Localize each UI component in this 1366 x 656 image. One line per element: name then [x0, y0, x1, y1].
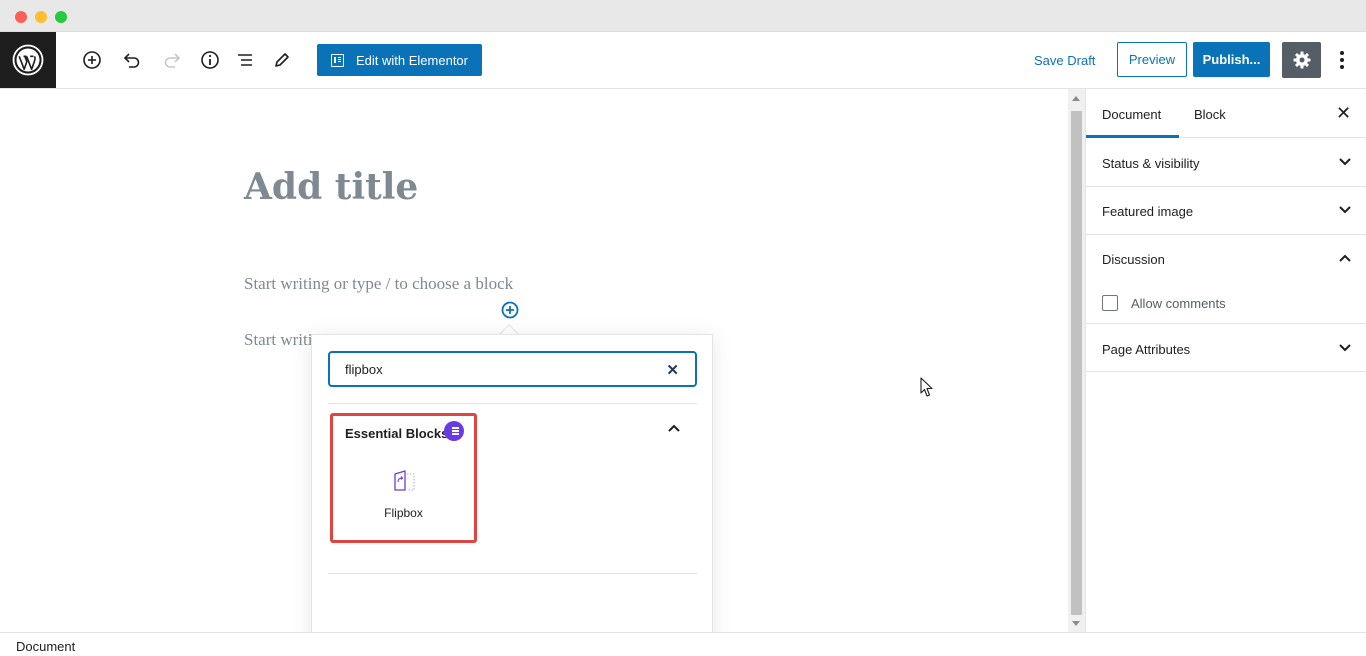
- maximize-window-icon[interactable]: [55, 11, 67, 23]
- close-sidebar-icon[interactable]: ✕: [1336, 103, 1351, 124]
- more-options-icon[interactable]: [1332, 47, 1352, 73]
- scroll-down-icon[interactable]: [1072, 621, 1080, 626]
- divider: [328, 403, 697, 404]
- block-inserter-plus-icon[interactable]: [501, 301, 519, 319]
- preview-button[interactable]: Preview: [1117, 42, 1187, 77]
- panel-featured-image[interactable]: Featured image: [1086, 187, 1366, 235]
- divider: [328, 573, 697, 574]
- save-draft-button[interactable]: Save Draft: [1034, 53, 1095, 68]
- editor-scrollbar[interactable]: [1068, 89, 1085, 632]
- elementor-icon: [331, 53, 344, 67]
- undo-icon[interactable]: [119, 47, 145, 73]
- sidebar-tabs: Document Block ✕: [1086, 89, 1366, 138]
- scroll-up-icon[interactable]: [1072, 96, 1080, 101]
- close-window-icon[interactable]: [15, 11, 27, 23]
- clear-search-icon[interactable]: ✕: [666, 361, 679, 379]
- edit-with-elementor-label: Edit with Elementor: [356, 52, 468, 68]
- panel-discussion[interactable]: Discussion Allow comments: [1086, 235, 1366, 324]
- redo-icon[interactable]: [159, 47, 185, 73]
- tab-block[interactable]: Block: [1194, 107, 1226, 122]
- publish-button[interactable]: Publish...: [1193, 42, 1270, 77]
- chevron-down-icon: [1339, 206, 1351, 214]
- panel-page-attributes[interactable]: Page Attributes: [1086, 324, 1366, 372]
- flipbox-block-item[interactable]: Flipbox: [333, 456, 474, 536]
- panel-title: Discussion: [1102, 252, 1165, 267]
- panel-title: Status & visibility: [1102, 156, 1200, 171]
- gear-icon: [1293, 51, 1310, 69]
- block-search-box[interactable]: ✕: [328, 351, 697, 387]
- mouse-cursor-icon: [920, 377, 934, 403]
- flipbox-label: Flipbox: [384, 506, 423, 520]
- settings-sidebar: Document Block ✕ Status & visibility Fea…: [1085, 89, 1366, 632]
- chevron-down-icon: [1339, 344, 1351, 352]
- block-breadcrumb-footer: Document: [0, 632, 1366, 656]
- essential-blocks-category: Essential Blocks Flipbox: [330, 413, 477, 543]
- chevron-down-icon: [1339, 158, 1351, 166]
- list-view-icon[interactable]: [232, 47, 258, 73]
- edit-with-elementor-button[interactable]: Edit with Elementor: [317, 44, 482, 76]
- info-icon[interactable]: [197, 47, 223, 73]
- block-inserter-popover: ✕ Essential Blocks Flipbox: [311, 334, 713, 656]
- chevron-up-icon: [1339, 254, 1351, 262]
- pencil-icon[interactable]: [269, 47, 295, 73]
- add-block-icon[interactable]: [79, 47, 105, 73]
- breadcrumb-document[interactable]: Document: [16, 639, 75, 654]
- essential-blocks-logo-icon: [444, 421, 464, 441]
- wordpress-logo-icon[interactable]: [0, 32, 56, 88]
- settings-gear-button[interactable]: [1282, 42, 1321, 78]
- allow-comments-checkbox[interactable]: [1102, 295, 1118, 311]
- panel-title: Featured image: [1102, 204, 1194, 219]
- window-chrome: [0, 0, 1366, 32]
- panel-status-visibility[interactable]: Status & visibility: [1086, 138, 1366, 187]
- paragraph-block[interactable]: Start writing or type / to choose a bloc…: [244, 274, 513, 294]
- editor-header: Edit with Elementor Save Draft Preview P…: [0, 32, 1366, 89]
- panel-title: Page Attributes: [1102, 342, 1191, 357]
- chevron-up-icon[interactable]: [667, 421, 681, 435]
- tab-document[interactable]: Document: [1102, 107, 1161, 122]
- allow-comments-label: Allow comments: [1131, 296, 1226, 311]
- minimize-window-icon[interactable]: [35, 11, 47, 23]
- scroll-thumb[interactable]: [1071, 111, 1082, 615]
- paragraph-block-second[interactable]: Start writi: [244, 330, 312, 350]
- flipbox-icon: [393, 470, 415, 491]
- post-title-field[interactable]: Add title: [244, 166, 418, 208]
- category-title: Essential Blocks: [345, 426, 449, 441]
- block-search-input[interactable]: [345, 361, 645, 377]
